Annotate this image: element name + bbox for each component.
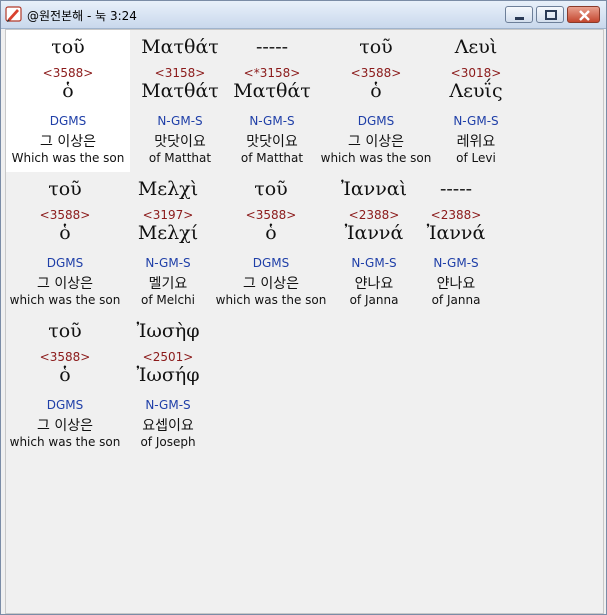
title-bar[interactable]: @원전본해 - 눅 3:24 bbox=[1, 1, 606, 29]
word-cell[interactable]: τοῦ <3588> ὁ DGMS 그 이상은 which was the so… bbox=[314, 30, 438, 172]
lemma: ὁ bbox=[62, 80, 74, 102]
strong-number[interactable]: <2388> bbox=[418, 208, 494, 222]
strong-number[interactable]: <3018> bbox=[438, 66, 514, 80]
lemma: Ματθάτ bbox=[233, 80, 311, 102]
word-cell[interactable]: τοῦ <3588> ὁ DGMS 그 이상은 which was the so… bbox=[6, 314, 124, 456]
word-cell[interactable]: Μελχὶ <3197> Μελχί N-GM-S 멜기요 of Melchi bbox=[124, 172, 212, 314]
greek-word: τοῦ bbox=[254, 178, 288, 200]
lemma: ὁ bbox=[370, 80, 382, 102]
word-cell[interactable]: Ματθάτ <3158> Ματθάτ N-GM-S 맛닷이요 of Matt… bbox=[130, 30, 230, 172]
lemma: Ἰαννά bbox=[344, 222, 404, 244]
english-gloss: which was the son bbox=[9, 293, 121, 307]
parsing-code: N-GM-S bbox=[249, 114, 295, 128]
english-gloss: of Matthat bbox=[148, 151, 212, 165]
parsing-code: N-GM-S bbox=[145, 256, 191, 270]
parsing-code: N-GM-S bbox=[157, 114, 203, 128]
lemma: Ἰωσήφ bbox=[136, 364, 200, 386]
greek-word: τοῦ bbox=[359, 36, 393, 58]
close-button[interactable] bbox=[567, 6, 600, 23]
korean-gloss: 요셉이요 bbox=[142, 418, 194, 434]
korean-gloss: 얀나요 bbox=[436, 276, 476, 292]
greek-word: Ἰωσὴφ bbox=[136, 320, 200, 342]
korean-gloss: 얀나요 bbox=[354, 276, 394, 292]
greek-word: ----- bbox=[439, 178, 473, 200]
interlinear-panel[interactable]: τοῦ <3588> ὁ DGMS 그 이상은 Which was the so… bbox=[5, 29, 604, 614]
strong-number[interactable]: <2501> bbox=[124, 350, 212, 364]
strong-number[interactable]: <3197> bbox=[124, 208, 212, 222]
parsing-code: N-GM-S bbox=[433, 256, 479, 270]
window-title: @원전본해 - 눅 3:24 bbox=[27, 9, 137, 23]
interlinear-row: τοῦ <3588> ὁ DGMS 그 이상은 Which was the so… bbox=[6, 30, 603, 172]
word-cell[interactable]: ----- <*3158> Ματθάτ N-GM-S 맛닷이요 of Matt… bbox=[230, 30, 314, 172]
lemma: Ματθάτ bbox=[141, 80, 219, 102]
korean-gloss: 그 이상은 bbox=[40, 134, 96, 150]
lemma: Λευΐς bbox=[449, 80, 503, 102]
greek-word: Λευὶ bbox=[454, 36, 498, 58]
parsing-code: DGMS bbox=[46, 398, 84, 412]
maximize-button[interactable] bbox=[536, 6, 564, 23]
strong-number[interactable]: <3588> bbox=[6, 66, 130, 80]
greek-word: τοῦ bbox=[48, 178, 82, 200]
english-gloss: which was the son bbox=[9, 435, 121, 449]
strong-number[interactable]: <*3158> bbox=[230, 66, 314, 80]
korean-gloss: 레위요 bbox=[456, 134, 496, 150]
greek-word: τοῦ bbox=[48, 320, 82, 342]
korean-gloss: 그 이상은 bbox=[37, 276, 93, 292]
strong-number[interactable]: <3588> bbox=[6, 350, 124, 364]
korean-gloss: 그 이상은 bbox=[243, 276, 299, 292]
english-gloss: which was the son bbox=[215, 293, 327, 307]
word-cell[interactable]: Ἰωσὴφ <2501> Ἰωσήφ N-GM-S 요셉이요 of Joseph bbox=[124, 314, 212, 456]
word-cell-selected[interactable]: τοῦ <3588> ὁ DGMS 그 이상은 Which was the so… bbox=[6, 30, 130, 172]
interlinear-row: τοῦ <3588> ὁ DGMS 그 이상은 which was the so… bbox=[6, 172, 603, 314]
app-window: @원전본해 - 눅 3:24 τοῦ <3588> ὁ DGMS 그 이상은 W… bbox=[0, 0, 607, 615]
lemma: Μελχί bbox=[137, 222, 199, 244]
english-gloss: of Joseph bbox=[140, 435, 196, 449]
english-gloss: of Melchi bbox=[141, 293, 195, 307]
korean-gloss: 그 이상은 bbox=[37, 418, 93, 434]
word-cell[interactable]: τοῦ <3588> ὁ DGMS 그 이상은 which was the so… bbox=[212, 172, 330, 314]
english-gloss: of Janna bbox=[349, 293, 399, 307]
english-gloss: of Levi bbox=[456, 151, 496, 165]
greek-word: ----- bbox=[255, 36, 289, 58]
word-cell[interactable]: Λευὶ <3018> Λευΐς N-GM-S 레위요 of Levi bbox=[438, 30, 514, 172]
korean-gloss: 맛닷이요 bbox=[246, 134, 298, 150]
strong-number[interactable]: <2388> bbox=[330, 208, 418, 222]
strong-number[interactable]: <3588> bbox=[314, 66, 438, 80]
korean-gloss: 멜기요 bbox=[148, 276, 188, 292]
word-cell[interactable]: ----- <2388> Ἰαννά N-GM-S 얀나요 of Janna bbox=[418, 172, 494, 314]
korean-gloss: 그 이상은 bbox=[348, 134, 404, 150]
english-gloss: of Matthat bbox=[240, 151, 304, 165]
lemma: ὁ bbox=[59, 222, 71, 244]
korean-gloss: 맛닷이요 bbox=[154, 134, 206, 150]
greek-word: Ματθάτ bbox=[141, 36, 219, 58]
strong-number[interactable]: <3588> bbox=[212, 208, 330, 222]
greek-word: Μελχὶ bbox=[137, 178, 199, 200]
greek-word: τοῦ bbox=[51, 36, 85, 58]
parsing-code: DGMS bbox=[357, 114, 395, 128]
strong-number[interactable]: <3158> bbox=[130, 66, 230, 80]
english-gloss: Which was the son bbox=[11, 151, 125, 165]
parsing-code: DGMS bbox=[49, 114, 87, 128]
parsing-code: N-GM-S bbox=[453, 114, 499, 128]
parsing-code: N-GM-S bbox=[145, 398, 191, 412]
minimize-button[interactable] bbox=[505, 6, 533, 23]
app-icon bbox=[5, 5, 23, 23]
strong-number[interactable]: <3588> bbox=[6, 208, 124, 222]
parsing-code: DGMS bbox=[46, 256, 84, 270]
english-gloss: which was the son bbox=[320, 151, 432, 165]
lemma: ὁ bbox=[265, 222, 277, 244]
lemma: ὁ bbox=[59, 364, 71, 386]
parsing-code: DGMS bbox=[252, 256, 290, 270]
lemma: Ἰαννά bbox=[426, 222, 486, 244]
word-cell[interactable]: Ἰανναὶ <2388> Ἰαννά N-GM-S 얀나요 of Janna bbox=[330, 172, 418, 314]
greek-word: Ἰανναὶ bbox=[340, 178, 408, 200]
interlinear-row: τοῦ <3588> ὁ DGMS 그 이상은 which was the so… bbox=[6, 314, 603, 456]
english-gloss: of Janna bbox=[431, 293, 481, 307]
parsing-code: N-GM-S bbox=[351, 256, 397, 270]
word-cell[interactable]: τοῦ <3588> ὁ DGMS 그 이상은 which was the so… bbox=[6, 172, 124, 314]
